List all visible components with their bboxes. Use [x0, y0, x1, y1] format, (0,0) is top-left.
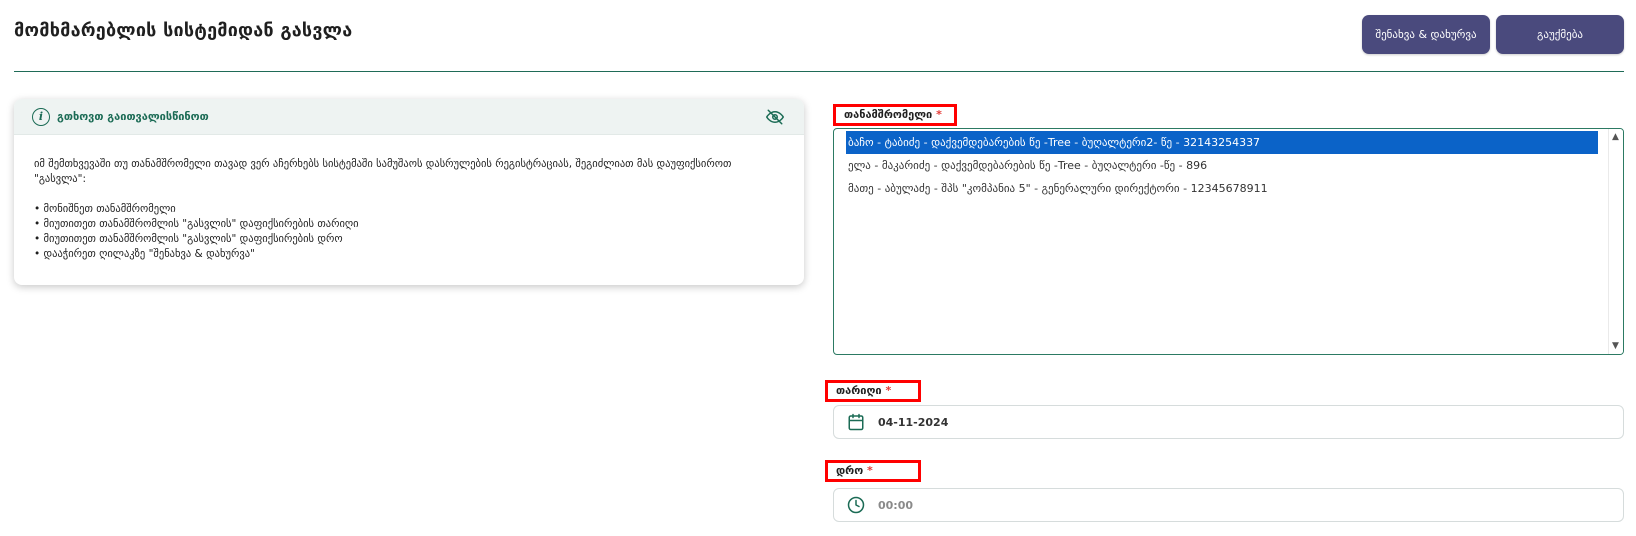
scroll-down-icon[interactable]: ▼: [1612, 341, 1619, 351]
required-mark: *: [936, 108, 942, 121]
employee-label: თანამშრომელი *: [833, 104, 957, 126]
time-placeholder: 00:00: [878, 498, 914, 512]
clock-icon[interactable]: [847, 496, 865, 514]
info-icon: i: [32, 107, 50, 126]
employee-label-text: თანამშრომელი: [844, 108, 933, 121]
info-step: მიუთითეთ თანამშრომლის "გასვლის" დაფიქსირ…: [34, 217, 786, 232]
eye-off-icon[interactable]: [766, 108, 784, 126]
info-paragraph: იმ შემთხვევაში თუ თანამშრომელი თავად ვერ…: [34, 158, 732, 185]
employee-listbox[interactable]: ბაჩო - ტაბიძე - დაქვემდებარების წე -Tree…: [833, 128, 1624, 355]
date-field[interactable]: 04-11-2024: [833, 405, 1624, 439]
info-step: მიუთითეთ თანამშრომლის "გასვლის" დაფიქსირ…: [34, 232, 786, 247]
required-mark: *: [867, 464, 873, 477]
date-value: 04-11-2024: [878, 415, 949, 429]
info-step: მონიშნეთ თანამშრომელი: [34, 202, 786, 217]
date-label-text: თარიღი: [836, 384, 882, 397]
header-divider: [14, 71, 1624, 72]
info-card: i გთხოვთ გაითვალისწინოთ იმ შემთხვევაში თ…: [14, 99, 804, 285]
info-card-header: i გთხოვთ გაითვალისწინოთ: [14, 99, 804, 135]
calendar-icon[interactable]: [847, 413, 865, 431]
info-card-title: გთხოვთ გაითვალისწინოთ: [57, 110, 209, 123]
page-title: მომხმარებლის სისტემიდან გასვლა: [14, 20, 353, 41]
info-step: დააჭირეთ ღილაკზე "შენახვა & დახურვა": [34, 247, 786, 262]
time-field[interactable]: 00:00: [833, 488, 1624, 522]
listbox-scrollbar[interactable]: ▲ ▼: [1608, 129, 1623, 354]
required-mark: *: [885, 384, 892, 397]
date-label: თარიღი *: [825, 380, 921, 402]
employee-option[interactable]: ბაჩო - ტაბიძე - დაქვემდებარების წე -Tree…: [846, 131, 1598, 154]
employee-option[interactable]: ელა - მაკარიძე - დაქვემდებარების წე -Tre…: [846, 154, 1598, 177]
time-label-text: დრო: [836, 464, 864, 477]
info-steps-list: მონიშნეთ თანამშრომელი მიუთითეთ თანამშრომ…: [34, 202, 786, 262]
save-and-close-button[interactable]: შენახვა & დახურვა: [1362, 15, 1490, 54]
employee-option[interactable]: მათე - აბულაძე - შპს "კომპანია 5" - გენე…: [846, 177, 1598, 200]
time-label: დრო *: [825, 460, 921, 482]
cancel-button[interactable]: გაუქმება: [1496, 15, 1624, 54]
info-card-body: იმ შემთხვევაში თუ თანამშრომელი თავად ვერ…: [14, 135, 804, 262]
scroll-up-icon[interactable]: ▲: [1612, 132, 1619, 142]
